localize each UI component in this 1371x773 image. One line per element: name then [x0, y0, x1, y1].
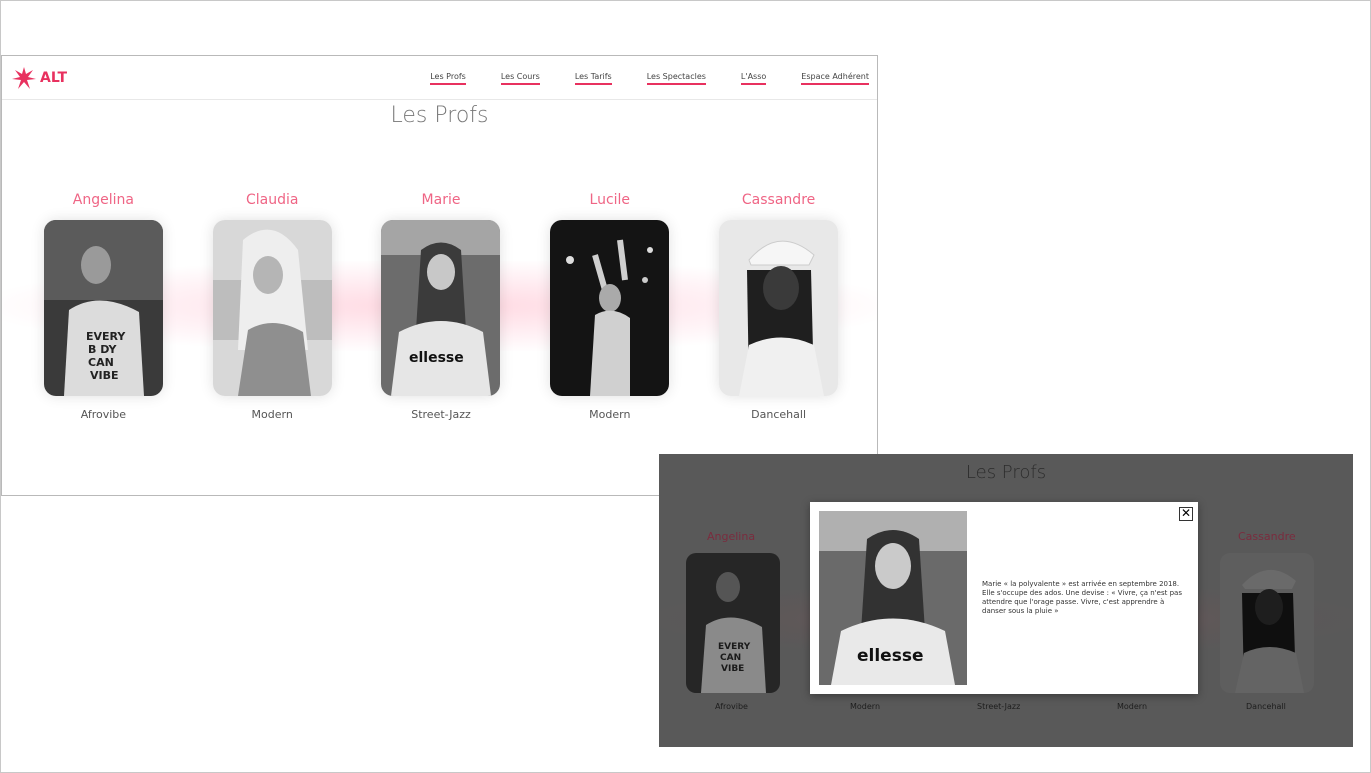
modal-bg-style: Modern: [1117, 702, 1148, 711]
logo-text: ALT: [40, 70, 67, 86]
svg-text:ellesse: ellesse: [857, 646, 923, 666]
prof-card-marie[interactable]: Marie ellesse Street-Jazz: [357, 190, 526, 421]
prof-style: Dancehall: [751, 408, 806, 421]
website-page: ALT Les Profs Les Cours Les Tarifs Les S…: [1, 55, 878, 496]
nav-les-tarifs[interactable]: Les Tarifs: [574, 72, 612, 85]
modal-bg-style: Modern: [850, 702, 881, 711]
prof-card-cassandre[interactable]: Cassandre Dancehall: [694, 190, 863, 421]
svg-text:EVERY: EVERY: [718, 642, 751, 652]
prof-name: Marie: [421, 192, 461, 208]
teacher-photo-icon[interactable]: [550, 220, 670, 396]
logo[interactable]: ALT: [10, 64, 67, 92]
modal-screenshot: Les Profs Angelina Cassandre EVERY CAN VIB…: [659, 454, 1353, 747]
svg-text:VIBE: VIBE: [721, 664, 744, 674]
close-icon[interactable]: ✕: [1179, 507, 1193, 521]
teacher-photo-icon: ellesse: [819, 511, 967, 685]
prof-card-angelina[interactable]: Angelina EVERY B DY CAN VIBE Afrovibe: [19, 190, 188, 421]
teacher-photo-icon: EVERY CAN VIBE: [686, 553, 780, 693]
svg-text:VIBE: VIBE: [90, 369, 119, 382]
prof-name: Lucile: [589, 192, 631, 208]
prof-style: Modern: [589, 408, 631, 421]
modal-bg-name-cassandre: Cassandre: [1238, 530, 1296, 543]
teacher-photo-icon[interactable]: ellesse: [381, 220, 501, 396]
nav-espace-adherent[interactable]: Espace Adhérent: [801, 72, 869, 85]
prof-card-lucile[interactable]: Lucile Modern: [525, 190, 694, 421]
teacher-photo-icon[interactable]: [212, 220, 332, 396]
page-title: Les Profs: [390, 103, 489, 128]
svg-text:ellesse: ellesse: [409, 350, 464, 366]
modal-bg-style: Afrovibe: [715, 702, 748, 711]
teacher-photo-icon: [1220, 553, 1314, 693]
dancer-logo-icon: [12, 67, 36, 89]
modal-bg-style: Street-Jazz: [977, 702, 1021, 711]
prof-style: Afrovibe: [80, 408, 127, 421]
nav-l-asso[interactable]: L'Asso: [740, 72, 767, 85]
slide-canvas: ALT Les Profs Les Cours Les Tarifs Les S…: [0, 0, 1371, 773]
prof-style: Modern: [251, 408, 293, 421]
svg-text:B DY: B DY: [88, 343, 118, 356]
modal-bg-title: Les Profs: [965, 462, 1047, 483]
prof-card-claudia[interactable]: Claudia Modern: [188, 190, 357, 421]
nav-les-spectacles[interactable]: Les Spectacles: [646, 72, 706, 85]
prof-name: Angelina: [72, 192, 134, 208]
svg-text:CAN: CAN: [88, 356, 114, 369]
nav-les-cours[interactable]: Les Cours: [500, 72, 540, 85]
prof-name: Claudia: [245, 192, 299, 208]
prof-style: Street-Jazz: [411, 408, 471, 421]
svg-text:CAN: CAN: [720, 653, 741, 663]
modal-bg-style: Dancehall: [1246, 702, 1286, 711]
prof-name: Cassandre: [741, 192, 816, 208]
teacher-photo-icon[interactable]: EVERY B DY CAN VIBE: [43, 220, 163, 396]
teacher-photo-icon[interactable]: [719, 220, 839, 396]
main-nav: Les Profs Les Cours Les Tarifs Les Spect…: [395, 72, 869, 85]
profs-grid: Angelina EVERY B DY CAN VIBE Afrovibe Claud…: [19, 190, 863, 421]
prof-detail-dialog: ellesse Marie « la polyvalente » est arr…: [810, 502, 1198, 694]
navbar: ALT Les Profs Les Cours Les Tarifs Les S…: [2, 56, 877, 100]
svg-text:EVERY: EVERY: [86, 330, 126, 343]
modal-bg-name-angelina: Angelina: [707, 530, 756, 543]
prof-bio-text: Marie « la polyvalente » est arrivée en …: [982, 580, 1182, 615]
nav-les-profs[interactable]: Les Profs: [430, 72, 466, 85]
